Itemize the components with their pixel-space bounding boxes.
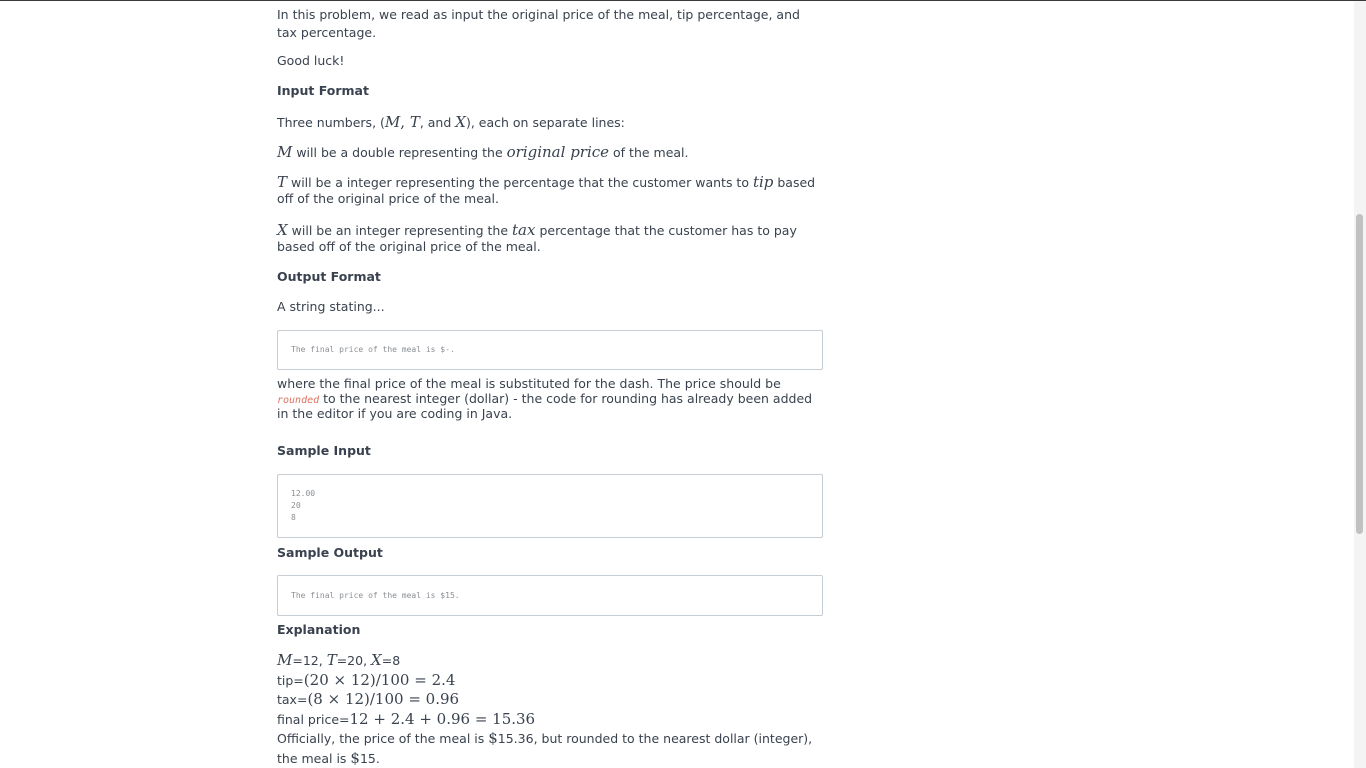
conclusion-text: Officially, the price of the meal is (277, 731, 489, 746)
summary-and: , and (419, 115, 456, 130)
var-t: T (326, 651, 337, 669)
sample-input-line: 12.00 (291, 489, 316, 498)
input-format-summary: Three numbers, (M, T, and X), each on se… (277, 113, 823, 131)
inline-code-rounded: rounded (277, 395, 320, 406)
tax-expression: (8 × 12)/100 = 0.96 (307, 690, 460, 708)
dollar-sign: $ (488, 729, 498, 747)
explanation-heading: Explanation (277, 622, 361, 637)
var-t: T (409, 113, 420, 131)
explanation-values: M=12, T=20, X=8 (277, 651, 823, 671)
output-format-code-block: The final price of the meal is $-. (277, 330, 823, 370)
sample-input-line: 8 (291, 513, 296, 522)
value-t: =20, (336, 653, 372, 668)
intro-text: In this problem, we read as input the or… (277, 7, 800, 40)
sample-output-heading: Sample Output (277, 545, 383, 560)
explanation-body: M=12, T=20, X=8 tip=(20 × 12)/100 = 2.4 … (277, 651, 823, 768)
output-format-details: where the final price of the meal is sub… (277, 376, 823, 421)
good-luck-text: Good luck! (277, 53, 345, 68)
explanation-tip: tip=(20 × 12)/100 = 2.4 (277, 671, 823, 691)
good-luck: Good luck! (277, 53, 823, 68)
tip-label: tip= (277, 672, 304, 688)
m-desc-tail: of the meal. (609, 145, 689, 160)
problem-intro: In this problem, we read as input the or… (277, 6, 823, 42)
input-x-desc: X will be an integer representing the ta… (277, 221, 823, 254)
dollar-sign: $ (350, 748, 360, 767)
output-format-text: A string stating... (277, 299, 385, 314)
tax-label: tax= (277, 692, 308, 707)
summary-tail: ), each on separate lines: (465, 115, 625, 130)
explanation-tax: tax=(8 × 12)/100 = 0.96 (277, 690, 823, 710)
sample-input-heading: Sample Input (277, 443, 371, 458)
value-x: =8 (381, 653, 401, 668)
sample-input-line: 20 (291, 501, 301, 510)
var-x: X (455, 113, 466, 131)
var-m: M (277, 143, 293, 161)
var-m: M (277, 651, 293, 669)
comma: , (400, 113, 410, 131)
explanation-final: final price=12 + 2.4 + 0.96 = 15.36 (277, 710, 823, 730)
x-desc-text: will be an integer representing the (287, 223, 513, 238)
final-label: final price= (277, 711, 350, 727)
input-m-desc: M will be a double representing the orig… (277, 143, 823, 161)
var-x: X (277, 221, 288, 239)
final-expression: 12 + 2.4 + 0.96 = 15.36 (349, 709, 536, 728)
details-text: where the final price of the meal is sub… (277, 376, 781, 391)
math-tip: tip (752, 173, 774, 191)
details-tail: to the nearest integer (dollar) - the co… (277, 391, 813, 421)
value-m: =12, (292, 653, 327, 668)
m-desc-text: will be a double representing the (292, 145, 507, 160)
sample-output-code: The final price of the meal is $15. (291, 591, 460, 600)
input-t-desc: T will be a integer representing the per… (277, 173, 823, 206)
sample-input-code-block: 12.00 20 8 (277, 474, 823, 538)
t-desc-text: will be a integer representing the perce… (287, 175, 753, 190)
conclusion-tail: 15. (359, 750, 380, 766)
window-top-border (0, 0, 1366, 1)
explanation-conclusion: Officially, the price of the meal is $15… (277, 729, 823, 768)
scrollbar-thumb[interactable] (1356, 214, 1363, 534)
var-t: T (277, 173, 288, 191)
input-format-heading: Input Format (277, 83, 369, 98)
var-x: X (371, 651, 382, 669)
tip-expression: (20 × 12)/100 = 2.4 (303, 670, 456, 689)
sample-output-code-block: The final price of the meal is $15. (277, 575, 823, 616)
output-format-code: The final price of the meal is $-. (291, 345, 455, 354)
var-m: M (384, 113, 401, 131)
math-tax: tax (512, 221, 536, 239)
summary-text: Three numbers, ( (277, 115, 385, 130)
output-format-heading: Output Format (277, 269, 381, 284)
math-original-price: original price (506, 143, 610, 161)
